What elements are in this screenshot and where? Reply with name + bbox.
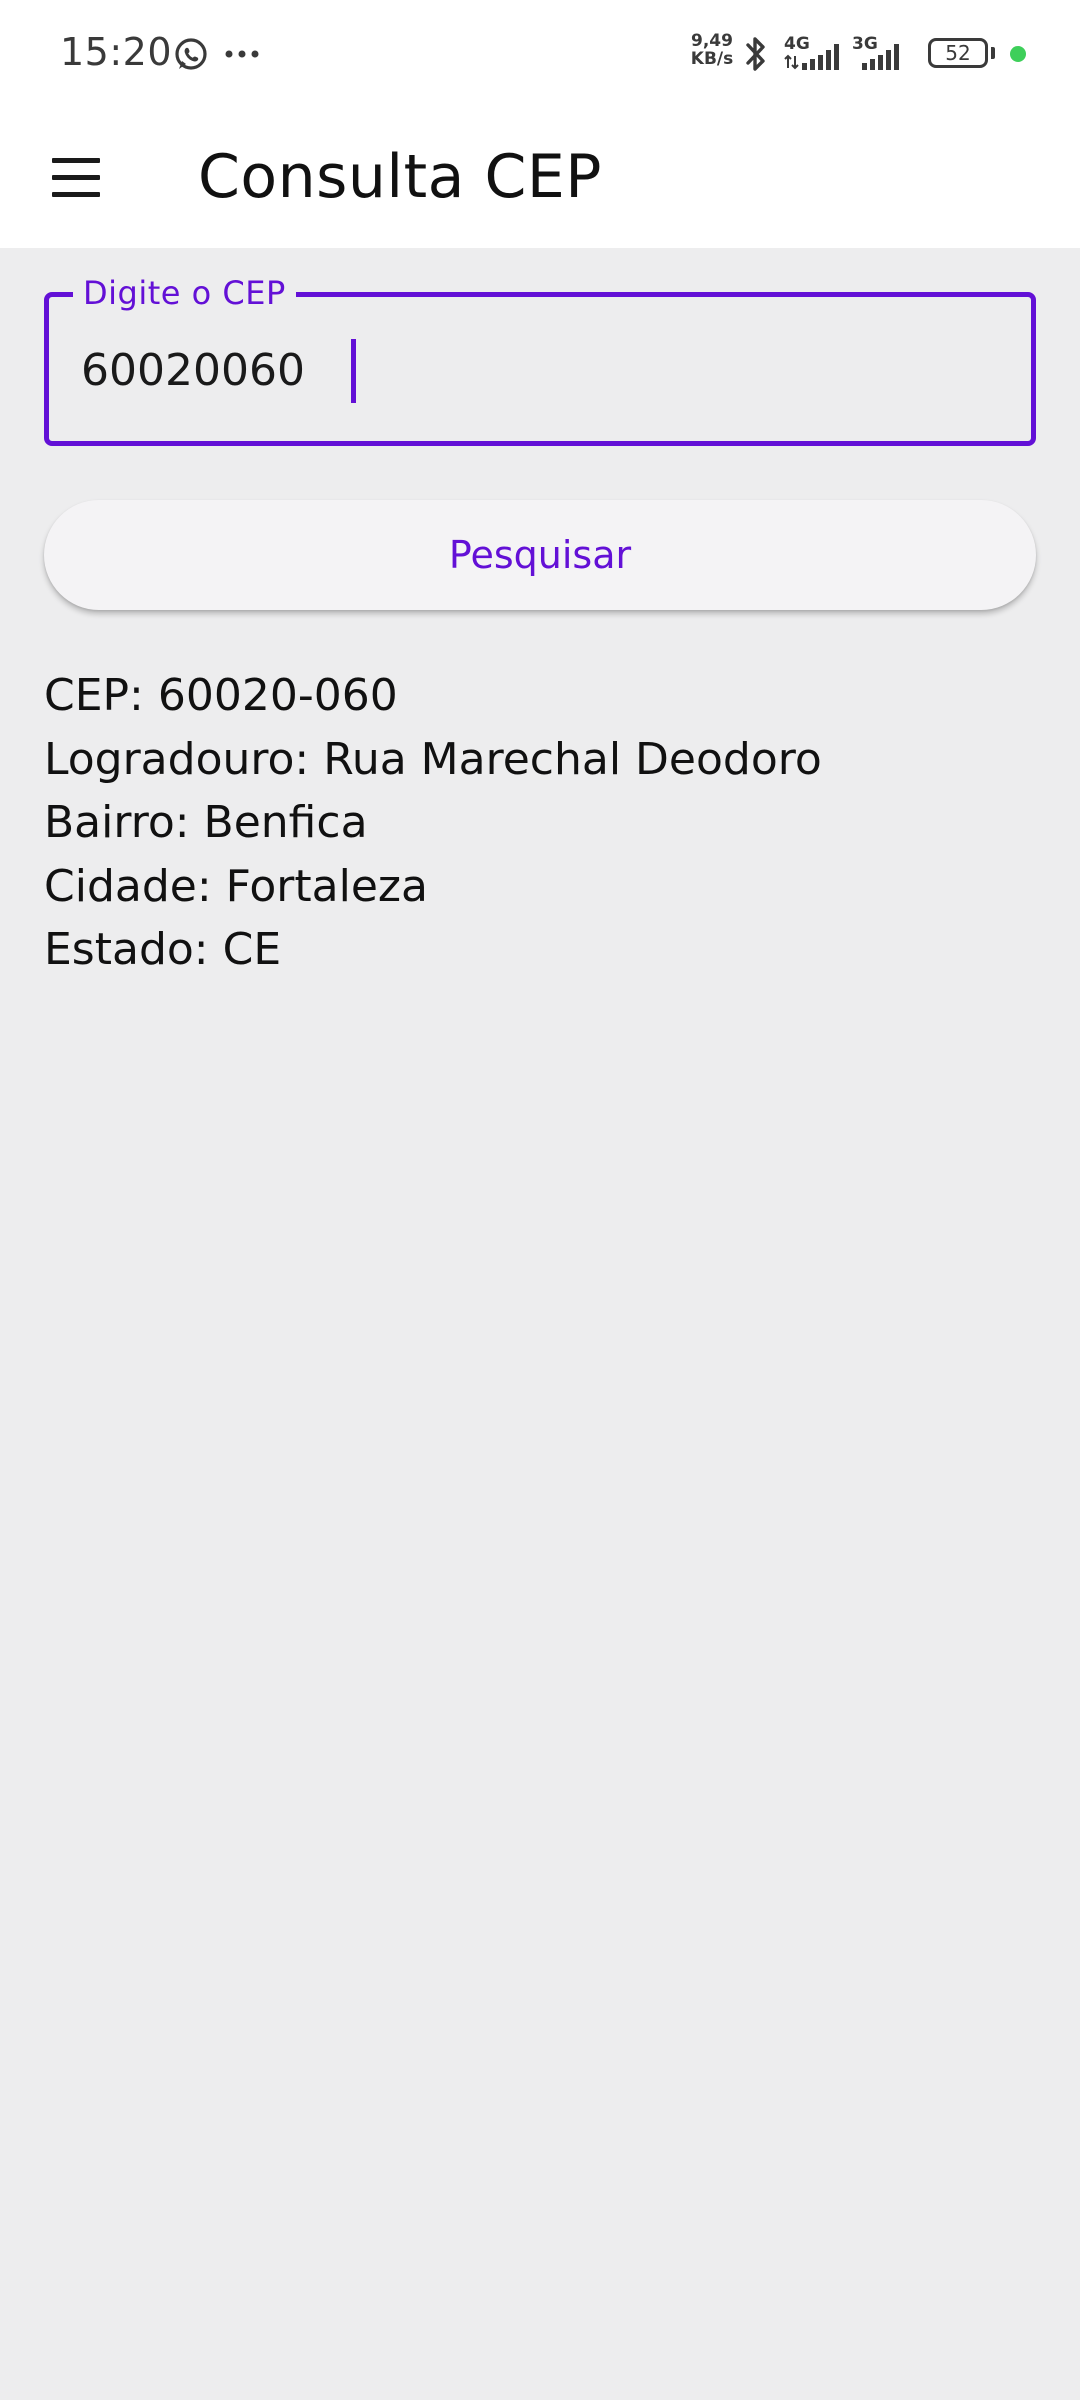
- result-bairro: Bairro: Benfica: [44, 797, 368, 848]
- address-result: CEP: 60020-060 Logradouro: Rua Marechal …: [44, 664, 1036, 982]
- hamburger-menu-icon[interactable]: [40, 144, 112, 212]
- result-logradouro: Logradouro: Rua Marechal Deodoro: [44, 733, 822, 785]
- text-cursor: [351, 339, 356, 403]
- menu-line: [52, 192, 100, 197]
- network-speed: 9,49 KB/s: [686, 32, 738, 68]
- privacy-indicator-dot: [1010, 46, 1026, 62]
- network-speed-unit: KB/s: [690, 49, 734, 69]
- network-speed-value: 9,49: [691, 31, 733, 51]
- bluetooth-icon: [746, 37, 765, 71]
- signal-3g-icon: [862, 44, 899, 70]
- status-time: 15:20: [60, 30, 173, 74]
- result-cep: CEP: 60020-060: [44, 670, 398, 721]
- result-estado: Estado: CE: [44, 924, 282, 975]
- cep-input[interactable]: [77, 341, 985, 401]
- battery-icon: 52: [928, 38, 988, 68]
- app-bar: Consulta CEP: [0, 108, 1080, 248]
- status-bar: 15:20 9,49 KB/s 4G 3G 52: [0, 0, 1080, 108]
- search-button[interactable]: Pesquisar: [44, 500, 1036, 610]
- signal-4g-icon: [784, 44, 839, 70]
- page-title: Consulta CEP: [198, 142, 602, 212]
- battery-tip: [991, 47, 995, 59]
- battery-level: 52: [945, 41, 971, 65]
- menu-line: [52, 175, 100, 180]
- cep-field[interactable]: Digite o CEP: [44, 269, 1036, 446]
- result-cidade: Cidade: Fortaleza: [44, 860, 428, 912]
- cep-field-label: Digite o CEP: [73, 269, 296, 317]
- more-dots-icon: [225, 50, 259, 58]
- menu-line: [52, 158, 100, 163]
- whatsapp-icon: [175, 38, 207, 70]
